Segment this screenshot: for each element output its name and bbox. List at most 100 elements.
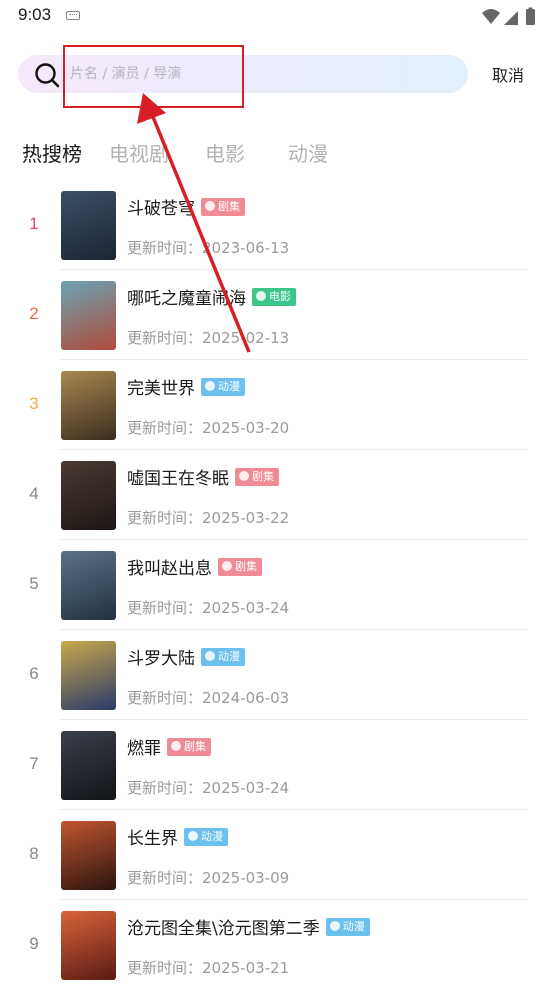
item-title-line: 我叫赵出息 剧集 [127,554,262,579]
update-date: 更新时间：2025-03-24 [127,777,289,798]
poster-thumbnail[interactable] [61,371,116,440]
category-badge-label: 动漫 [218,650,240,663]
rank-number: 8 [29,844,39,863]
item-title: 我叫赵出息 [127,559,212,579]
list-item[interactable]: 8 长生界 动漫更新时间：2025-03-09 [0,810,554,900]
rank-number: 7 [29,754,39,773]
category-badge-label: 剧集 [252,470,274,483]
update-date-value: 2025-03-24 [202,599,290,617]
status-time: 9:03 [18,5,52,24]
category-badge: 动漫 [184,828,228,846]
update-date-value: 2025-03-09 [202,869,290,887]
rank-number: 6 [29,664,39,683]
item-title-line: 燃罪 剧集 [127,734,211,759]
update-date: 更新时间：2023-06-13 [127,237,289,258]
list-item[interactable]: 6 斗罗大陆 动漫更新时间：2024-06-03 [0,630,554,720]
search-input[interactable] [70,59,250,89]
list-item[interactable]: 9 沧元图全集\沧元图第二季 动漫更新时间：2025-03-21 [0,900,554,984]
poster-thumbnail[interactable] [61,731,116,800]
poster-thumbnail[interactable] [61,821,116,890]
poster-thumbnail[interactable] [61,461,116,530]
list-item[interactable]: 1 斗破苍穹 剧集更新时间：2023-06-13 [0,180,554,270]
anime-tag-icon [188,831,198,841]
category-badge-label: 动漫 [342,920,365,933]
update-date-prefix: 更新时间： [127,329,203,347]
category-badge: 剧集 [235,468,279,486]
item-title: 完美世界 [127,379,195,399]
rank-number: 5 [29,574,39,593]
list-item[interactable]: 4 嘘国王在冬眠 剧集更新时间：2025-03-22 [0,450,554,540]
wifi-icon [482,9,500,24]
item-title: 沧元图全集\沧元图第二季 [127,919,320,939]
search-bar[interactable] [18,55,468,93]
rank-number: 2 [29,304,39,323]
rank-number: 4 [29,484,39,503]
update-date-prefix: 更新时间： [127,779,203,797]
tab-movies[interactable]: 电影 [205,138,245,167]
tab-anime[interactable]: 动漫 [288,138,328,167]
item-title-line: 沧元图全集\沧元图第二季 动漫 [127,914,370,939]
update-date-value: 2025-03-24 [202,779,290,797]
poster-thumbnail[interactable] [61,911,116,980]
rank-number: 1 [29,214,39,233]
category-badge-label: 电影 [269,290,291,303]
update-date-prefix: 更新时间： [127,959,203,977]
category-badge-label: 动漫 [201,830,223,843]
item-title: 嘘国王在冬眠 [127,469,229,489]
category-badge: 电影 [252,288,296,306]
update-date: 更新时间：2025-03-21 [127,957,289,978]
search-icon[interactable] [34,62,60,88]
update-date-value: 2025-02-13 [202,329,290,347]
poster-thumbnail[interactable] [61,191,116,260]
anime-tag-icon [329,921,340,931]
update-date-value: 2025-03-22 [202,509,290,527]
update-date: 更新时间：2025-02-13 [127,327,289,348]
poster-thumbnail[interactable] [61,641,116,710]
list-item[interactable]: 3 完美世界 动漫更新时间：2025-03-20 [0,360,554,450]
update-date-value: 2023-06-13 [202,239,290,257]
item-title-line: 嘘国王在冬眠 剧集 [127,464,279,489]
category-badge: 剧集 [201,198,245,216]
category-badge-label: 剧集 [184,740,206,753]
update-date-prefix: 更新时间： [127,239,203,257]
category-badge: 剧集 [167,738,211,756]
item-title: 斗破苍穹 [127,199,195,219]
tab-tv-series[interactable]: 电视剧 [109,138,169,167]
category-badge: 动漫 [325,918,370,936]
anime-tag-icon [205,381,215,391]
poster-thumbnail[interactable] [61,551,116,620]
update-date-value: 2025-03-20 [202,419,290,437]
item-title: 长生界 [127,829,178,849]
item-title-line: 完美世界 动漫 [127,374,245,399]
category-badge-label: 动漫 [218,380,240,393]
item-title-line: 斗罗大陆 动漫 [127,644,245,669]
drama-tag-icon [222,561,232,571]
category-badge-label: 剧集 [235,560,257,573]
poster-thumbnail[interactable] [61,281,116,350]
update-date-prefix: 更新时间： [127,689,203,707]
update-date-value: 2025-03-21 [202,959,290,977]
keyboard-icon [66,11,80,20]
cancel-button[interactable]: 取消 [492,62,524,86]
update-date: 更新时间：2024-06-03 [127,687,289,708]
tab-hot-search[interactable]: 热搜榜 [22,138,82,167]
update-date: 更新时间：2025-03-09 [127,867,289,888]
signal-icon [504,11,518,25]
list-item[interactable]: 5 我叫赵出息 剧集 更新时间：2025-03-24 [0,540,554,630]
status-bar: 9:03 [0,0,554,34]
battery-icon [526,9,535,25]
update-date: 更新时间：2025-03-22 [127,507,289,528]
rank-number: 9 [29,934,39,953]
list-item[interactable]: 7 燃罪 剧集更新时间：2025-03-24 [0,720,554,810]
drama-tag-icon [239,471,249,481]
category-badge: 剧集 [218,558,262,576]
list-item[interactable]: 2 哪吒之魔童闹海 电影 更新时间：2025-02-13 [0,270,554,360]
drama-tag-icon [171,741,181,751]
update-date-prefix: 更新时间： [127,419,203,437]
update-date: 更新时间：2025-03-20 [127,417,289,438]
drama-tag-icon [205,201,215,211]
rank-number: 3 [29,394,39,413]
status-icons [482,7,535,25]
item-title: 斗罗大陆 [127,649,195,669]
movie-tag-icon [256,291,266,301]
